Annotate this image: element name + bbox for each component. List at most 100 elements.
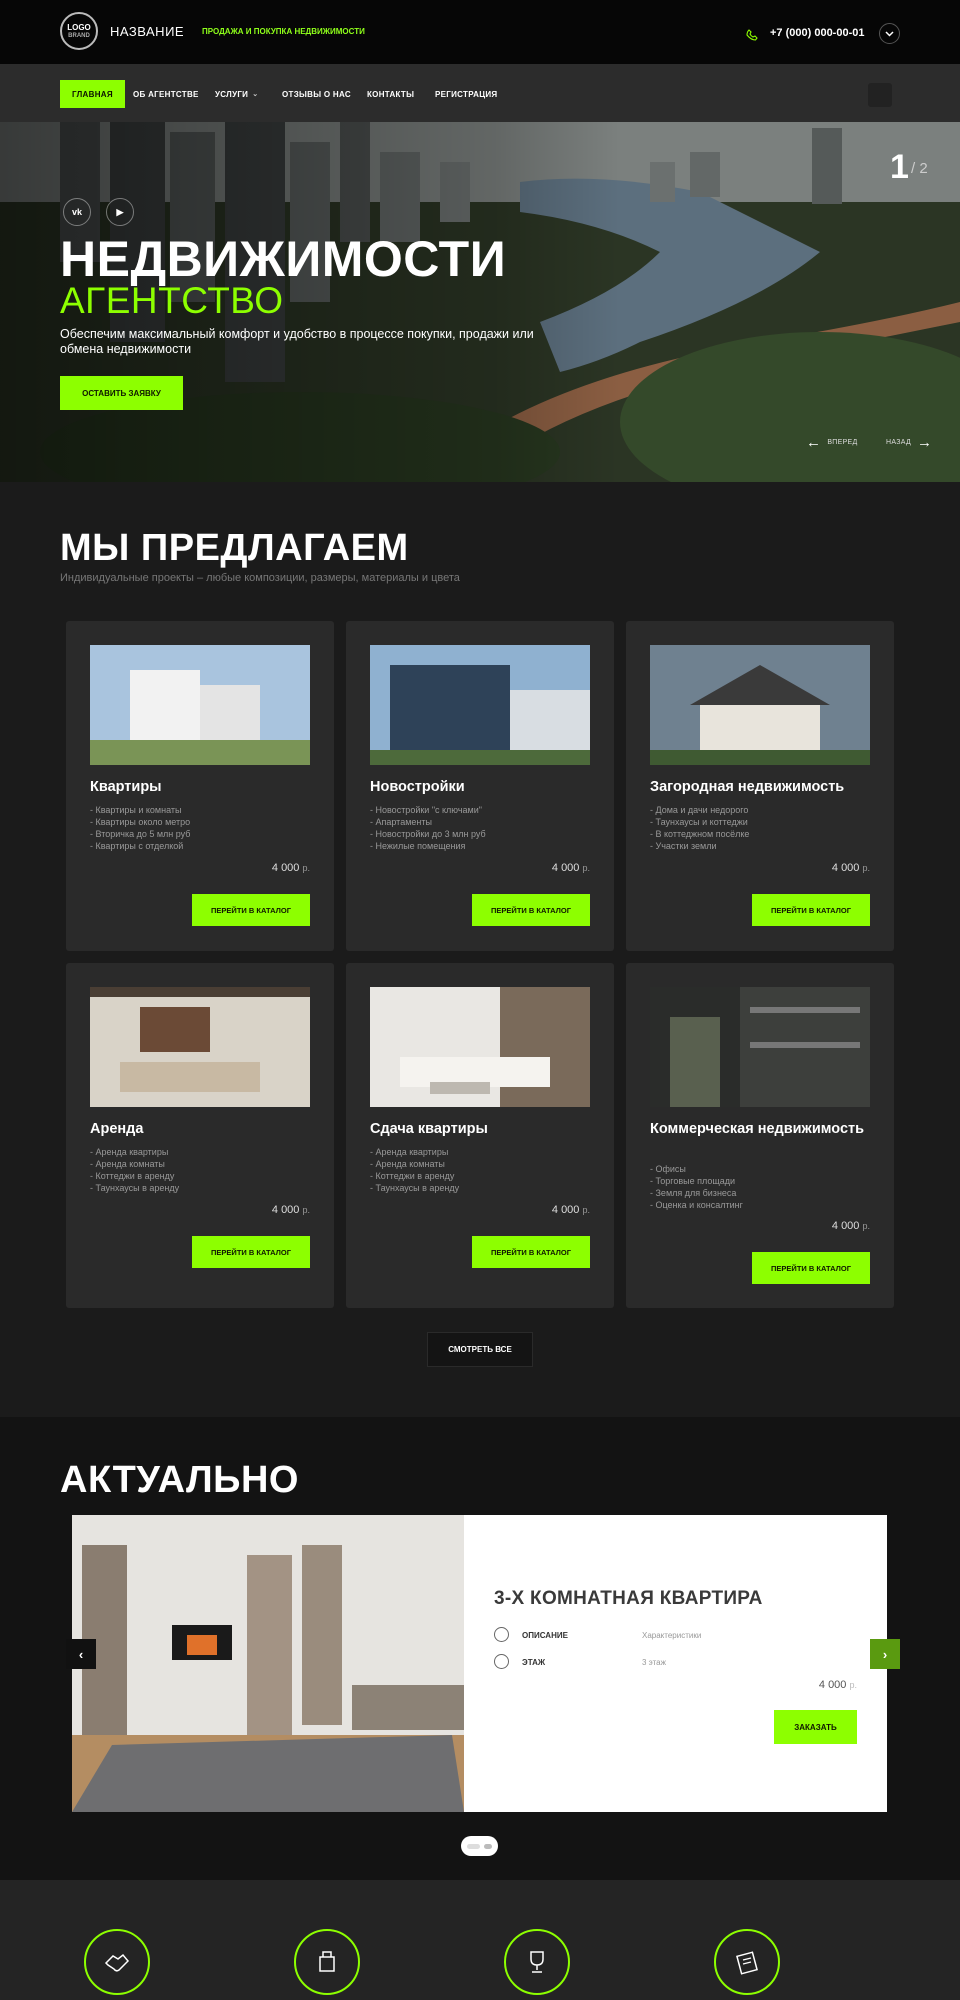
price-currency: р. bbox=[302, 863, 310, 873]
offer-card: Аренда - Аренда квартиры - Аренда комнат… bbox=[66, 963, 334, 1308]
card-title: Загородная недвижимость bbox=[650, 779, 845, 795]
feature-item: - Квартиры с отделкой bbox=[90, 841, 184, 851]
feature-item: - Аренда квартиры bbox=[370, 1147, 449, 1157]
phone-number[interactable]: +7 (000) 000-00-01 bbox=[770, 27, 864, 39]
feature-item: - Аренда комнаты bbox=[370, 1159, 445, 1169]
features-section bbox=[0, 1880, 960, 2000]
feature-item: - Вторичка до 5 млн руб bbox=[90, 829, 191, 839]
carousel-prev-button[interactable]: ‹ bbox=[66, 1639, 96, 1669]
feature-item: - Новостройки "с ключами" bbox=[370, 805, 482, 815]
card-features: - Новостройки "с ключами" - Апартаменты … bbox=[370, 804, 486, 852]
feature-badge bbox=[504, 1929, 570, 1995]
slide-counter-current: 1 bbox=[890, 148, 909, 186]
country-house-image bbox=[650, 645, 870, 765]
feature-item: - Квартиры около метро bbox=[90, 817, 191, 827]
target-icon bbox=[494, 1654, 509, 1669]
feature-item: - Офисы bbox=[650, 1164, 686, 1174]
nav-item-about[interactable]: ОБ АГЕНТСТВЕ bbox=[133, 80, 199, 108]
card-features: - Аренда квартиры - Аренда комнаты - Кот… bbox=[90, 1146, 179, 1194]
nav-item-label: ОТЗЫВЫ О НАС bbox=[282, 89, 351, 99]
price-value: 4 000 bbox=[551, 1204, 580, 1216]
price-value: 4 000 bbox=[818, 1679, 847, 1691]
row-value: 3 этаж bbox=[642, 1658, 666, 1667]
top-bar: LOGO BRAND НАЗВАНИЕ ПРОДАЖА И ПОКУПКА НЕ… bbox=[0, 0, 960, 64]
row-value: Характеристики bbox=[642, 1631, 702, 1640]
hero-prev-label: ВПЕРЕД bbox=[827, 439, 858, 446]
hero-next-button[interactable]: НАЗАД → bbox=[886, 434, 932, 451]
award-icon bbox=[494, 1627, 509, 1642]
request-button[interactable]: ОСТАВИТЬ ЗАЯВКУ bbox=[60, 376, 183, 410]
order-button[interactable]: ЗАКАЗАТЬ bbox=[774, 1710, 857, 1744]
catalog-button[interactable]: ПЕРЕЙТИ В КАТАЛОГ bbox=[472, 1236, 590, 1268]
pagination-dot[interactable] bbox=[484, 1843, 492, 1849]
offers-subtitle: Индивидуальные проекты – любые композици… bbox=[60, 572, 460, 584]
nav-item-contacts[interactable]: КОНТАКТЫ bbox=[367, 80, 414, 108]
feature-item: - В коттеджном посёлке bbox=[650, 829, 750, 839]
feature-badge bbox=[714, 1929, 780, 1995]
arrow-right-icon: → bbox=[917, 434, 933, 451]
card-title: Новостройки bbox=[370, 779, 465, 795]
feature-item: - Таунхаусы и коттеджи bbox=[650, 817, 748, 827]
nav-item-home[interactable]: ГЛАВНАЯ bbox=[60, 80, 125, 108]
listing-title: 3-Х КОМНАТНАЯ КВАРТИРА bbox=[494, 1588, 763, 1609]
cleaning-icon bbox=[319, 1951, 335, 1972]
main-navigation: ГЛАВНАЯ ОБ АГЕНТСТВЕ УСЛУГИ ⌄ ОТЗЫВЫ О Н… bbox=[0, 64, 960, 122]
card-features: - Аренда квартиры - Аренда комнаты - Кот… bbox=[370, 1146, 459, 1194]
nav-item-label: ОБ АГЕНТСТВЕ bbox=[133, 89, 199, 99]
feature-item: - Нежилые помещения bbox=[370, 841, 466, 851]
feature-item: - Таунхаусы в аренду bbox=[90, 1183, 180, 1193]
catalog-button[interactable]: ПЕРЕЙТИ В КАТАЛОГ bbox=[752, 894, 870, 926]
phone-icon bbox=[746, 29, 758, 41]
arrow-left-icon: ← bbox=[806, 434, 822, 451]
documents-icon bbox=[736, 1951, 758, 1975]
feature-item: - Аренда квартиры bbox=[90, 1147, 169, 1157]
phone-dropdown-button[interactable] bbox=[879, 23, 900, 44]
offer-card: Новостройки - Новостройки "с ключами" - … bbox=[346, 621, 614, 951]
hero-prev-button[interactable]: ← ВПЕРЕД bbox=[806, 434, 858, 451]
nav-item-services[interactable]: УСЛУГИ ⌄ bbox=[215, 80, 258, 108]
logo[interactable]: LOGO BRAND bbox=[60, 12, 98, 50]
price-value: 4 000 bbox=[551, 862, 580, 874]
price-currency: р. bbox=[582, 863, 590, 873]
featured-listing-card: 3-Х КОМНАТНАЯ КВАРТИРА ОПИСАНИЕ Характер… bbox=[72, 1515, 887, 1812]
card-price: 4 000 р. bbox=[552, 1204, 590, 1216]
see-all-button[interactable]: СМОТРЕТЬ ВСЕ bbox=[427, 1332, 533, 1367]
hero-next-label: НАЗАД bbox=[886, 439, 912, 446]
carousel-next-button[interactable]: › bbox=[870, 1639, 900, 1669]
feature-item: - Квартиры и комнаты bbox=[90, 805, 182, 815]
pagination-dot[interactable] bbox=[467, 1843, 480, 1849]
catalog-button[interactable]: ПЕРЕЙТИ В КАТАЛОГ bbox=[192, 894, 310, 926]
catalog-button[interactable]: ПЕРЕЙТИ В КАТАЛОГ bbox=[752, 1252, 870, 1284]
apartments-image bbox=[90, 645, 310, 765]
price-value: 4 000 bbox=[271, 862, 300, 874]
nav-item-registration[interactable]: РЕГИСТРАЦИЯ bbox=[435, 80, 497, 108]
rent-image bbox=[90, 987, 310, 1107]
vk-icon[interactable]: vk bbox=[63, 198, 91, 226]
feature-item: - Новостройки до 3 млн руб bbox=[370, 829, 486, 839]
price-currency: р. bbox=[302, 1205, 310, 1215]
feature-item: - Земля для бизнеса bbox=[650, 1188, 737, 1198]
feature-item: - Участки земли bbox=[650, 841, 717, 851]
menu-toggle-button[interactable] bbox=[868, 83, 892, 107]
offers-title: МЫ ПРЕДЛАГАЕМ bbox=[60, 527, 409, 569]
brand-name: НАЗВАНИЕ bbox=[110, 24, 185, 39]
feature-item: - Оценка и консалтинг bbox=[650, 1200, 743, 1210]
row-label: ЭТАЖ bbox=[522, 1658, 546, 1667]
row-label: ОПИСАНИЕ bbox=[522, 1631, 568, 1640]
catalog-button[interactable]: ПЕРЕЙТИ В КАТАЛОГ bbox=[472, 894, 590, 926]
chevron-down-icon bbox=[885, 30, 894, 37]
tagline: ПРОДАЖА И ПОКУПКА НЕДВИЖИМОСТИ bbox=[202, 27, 365, 36]
offer-card: Загородная недвижимость - Дома и дачи не… bbox=[626, 621, 894, 951]
youtube-icon[interactable]: ▶ bbox=[106, 198, 134, 226]
nav-item-label: ГЛАВНАЯ bbox=[72, 89, 113, 99]
nav-item-reviews[interactable]: ОТЗЫВЫ О НАС bbox=[282, 80, 351, 108]
hero-slider: vk ▶ НЕДВИЖИМОСТИ АГЕНТСТВО Обеспечим ма… bbox=[0, 122, 960, 482]
handshake-icon bbox=[104, 1953, 130, 1972]
card-features: - Офисы - Торговые площади - Земля для б… bbox=[650, 1163, 743, 1211]
card-features: - Квартиры и комнаты - Квартиры около ме… bbox=[90, 804, 190, 852]
price-currency: р. bbox=[582, 1205, 590, 1215]
card-title: Коммерческая недвижимость bbox=[650, 1121, 865, 1137]
catalog-button[interactable]: ПЕРЕЙТИ В КАТАЛОГ bbox=[192, 1236, 310, 1268]
actual-title: АКТУАЛЬНО bbox=[60, 1459, 299, 1501]
price-value: 4 000 bbox=[271, 1204, 300, 1216]
